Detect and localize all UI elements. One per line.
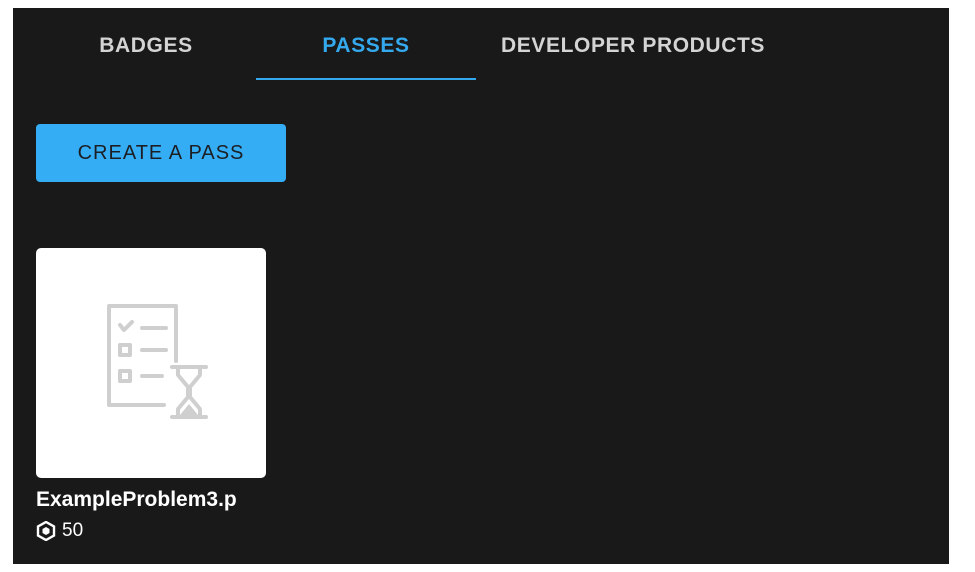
tab-passes[interactable]: PASSES (256, 8, 476, 80)
pass-price: 50 (36, 520, 266, 542)
price-value: 50 (62, 520, 84, 541)
tab-developer-products[interactable]: DEVELOPER PRODUCTS (483, 8, 783, 78)
robux-icon (36, 521, 56, 541)
pass-name[interactable]: ExampleProblem3.p (36, 488, 266, 512)
create-pass-button[interactable]: CREATE A PASS (36, 124, 286, 182)
pass-thumbnail[interactable] (36, 248, 266, 478)
pass-card[interactable]: ExampleProblem3.p 50 (36, 248, 266, 542)
tab-bar: BADGES PASSES DEVELOPER PRODUCTS (13, 8, 949, 82)
pending-checklist-icon (107, 304, 208, 419)
tab-badges[interactable]: BADGES (73, 8, 219, 78)
game-passes-panel: BADGES PASSES DEVELOPER PRODUCTS CREATE … (13, 8, 949, 564)
